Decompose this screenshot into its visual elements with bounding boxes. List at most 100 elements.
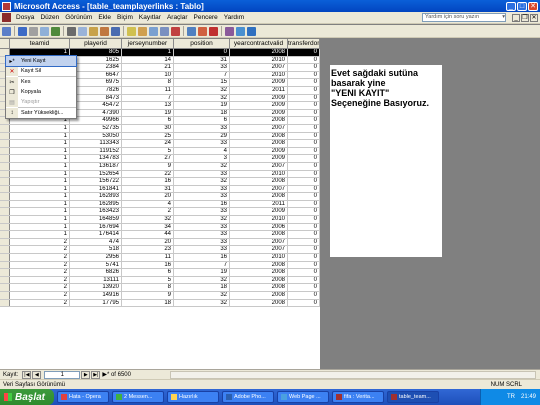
table-cell[interactable]: 2008 <box>230 140 288 147</box>
table-cell[interactable]: 0 <box>288 49 320 56</box>
table-cell[interactable]: 1 <box>10 231 70 238</box>
table-cell[interactable]: 2 <box>10 284 70 291</box>
sort-descending-icon[interactable] <box>138 26 147 36</box>
find-icon[interactable] <box>187 26 196 36</box>
table-cell[interactable]: 2007 <box>230 64 288 71</box>
column-header[interactable]: playerid <box>70 39 122 48</box>
table-cell[interactable]: 0 <box>288 109 320 117</box>
table-cell[interactable]: 1 <box>10 162 70 170</box>
row-selector[interactable] <box>0 155 10 162</box>
table-cell[interactable]: 25 <box>122 132 174 140</box>
table-cell[interactable]: 0 <box>288 238 320 246</box>
menu-gorunum[interactable]: Görünüm <box>62 14 95 21</box>
table-cell[interactable]: 0 <box>288 71 320 79</box>
spelling-icon[interactable] <box>51 26 60 36</box>
table-cell[interactable]: 2008 <box>230 132 288 140</box>
table-cell[interactable]: 474 <box>70 238 122 246</box>
filter-by-form-icon[interactable] <box>160 26 169 36</box>
table-cell[interactable]: 0 <box>288 117 320 124</box>
table-cell[interactable]: 2008 <box>230 292 288 299</box>
table-cell[interactable]: 161841 <box>70 185 122 193</box>
table-cell[interactable]: 6975 <box>70 79 122 86</box>
table-icon[interactable] <box>2 13 11 22</box>
table-cell[interactable]: 0 <box>288 64 320 71</box>
close-button[interactable]: ✕ <box>528 1 538 11</box>
table-cell[interactable]: 6 <box>122 117 174 124</box>
ctx-row-height[interactable]: ↕ Satır Yüksekliği... <box>6 108 76 118</box>
table-cell[interactable]: 24 <box>122 140 174 147</box>
row-selector[interactable] <box>0 132 10 140</box>
first-record-button[interactable]: |◀ <box>22 370 32 379</box>
table-cell[interactable]: 0 <box>288 140 320 147</box>
table-cell[interactable]: 32 <box>174 162 230 170</box>
table-cell[interactable]: 805 <box>70 49 122 56</box>
table-cell[interactable]: 14916 <box>70 292 122 299</box>
table-cell[interactable]: 2007 <box>230 185 288 193</box>
table-row[interactable]: 1 163423 2 33 2009 0 <box>0 208 320 217</box>
column-header[interactable]: transferdone <box>288 39 320 48</box>
table-cell[interactable]: 33 <box>174 246 230 254</box>
row-selector[interactable] <box>0 231 10 238</box>
table-cell[interactable]: 52735 <box>70 124 122 132</box>
table-cell[interactable]: 0 <box>288 200 320 208</box>
menu-duzen[interactable]: Düzen <box>37 14 62 21</box>
table-cell[interactable]: 7 <box>174 261 230 269</box>
table-cell[interactable]: 2010 <box>230 170 288 178</box>
table-row[interactable]: 2 13920 8 18 2008 0 <box>0 284 320 292</box>
table-cell[interactable]: 33 <box>174 208 230 216</box>
table-cell[interactable]: 19 <box>174 269 230 276</box>
column-header[interactable]: teamid <box>10 39 70 48</box>
table-cell[interactable]: 17795 <box>70 299 122 307</box>
table-cell[interactable]: 9 <box>122 162 174 170</box>
table-row[interactable]: 1 53050 25 29 2008 0 <box>0 132 320 141</box>
table-cell[interactable]: 1 <box>10 193 70 200</box>
table-row[interactable]: 1 161841 31 33 2007 0 <box>0 185 320 194</box>
taskbar-task[interactable]: Hazırlık <box>167 391 219 403</box>
filter-by-selection-icon[interactable] <box>149 26 158 36</box>
table-cell[interactable]: 0 <box>288 254 320 261</box>
table-cell[interactable]: 31 <box>122 185 174 193</box>
table-row[interactable]: 1 156722 16 32 2008 0 <box>0 178 320 186</box>
row-selector[interactable] <box>0 299 10 307</box>
table-cell[interactable]: 45472 <box>70 102 122 109</box>
table-row[interactable]: 1 134783 27 3 2009 0 <box>0 155 320 163</box>
table-cell[interactable]: 2956 <box>70 254 122 261</box>
table-cell[interactable]: 13111 <box>70 276 122 284</box>
table-cell[interactable]: 2007 <box>230 238 288 246</box>
table-cell[interactable]: 1 <box>10 155 70 162</box>
table-cell[interactable]: 1 <box>10 223 70 231</box>
table-cell[interactable]: 2010 <box>230 216 288 223</box>
table-cell[interactable]: 16 <box>174 200 230 208</box>
table-cell[interactable]: 33 <box>174 238 230 246</box>
table-cell[interactable]: 6 <box>174 117 230 124</box>
table-cell[interactable]: 6826 <box>70 269 122 276</box>
table-cell[interactable]: 2384 <box>70 64 122 71</box>
table-cell[interactable]: 0 <box>288 216 320 223</box>
table-cell[interactable]: 5741 <box>70 261 122 269</box>
table-cell[interactable]: 16 <box>122 178 174 185</box>
new-object-icon[interactable] <box>236 26 245 36</box>
table-cell[interactable]: 0 <box>288 261 320 269</box>
table-cell[interactable]: 8 <box>122 284 174 291</box>
table-cell[interactable]: 13920 <box>70 284 122 291</box>
table-cell[interactable]: 0 <box>288 292 320 299</box>
row-selector[interactable] <box>0 193 10 200</box>
table-cell[interactable]: 32 <box>122 216 174 223</box>
table-cell[interactable]: 2008 <box>230 49 288 56</box>
table-cell[interactable]: 0 <box>288 269 320 276</box>
table-cell[interactable]: 6647 <box>70 71 122 79</box>
table-cell[interactable]: 2009 <box>230 155 288 162</box>
menu-pencere[interactable]: Pencere <box>191 14 221 21</box>
table-cell[interactable]: 33 <box>174 64 230 71</box>
row-selector[interactable] <box>0 124 10 132</box>
table-cell[interactable]: 2010 <box>230 254 288 261</box>
table-cell[interactable]: 2 <box>10 269 70 276</box>
table-cell[interactable]: 2008 <box>230 269 288 276</box>
ctx-new-record[interactable]: ▸* Yeni Kayıt <box>5 55 77 67</box>
menu-araclar[interactable]: Araçlar <box>164 14 191 21</box>
table-cell[interactable]: 163423 <box>70 208 122 216</box>
table-cell[interactable]: 176414 <box>70 231 122 238</box>
table-cell[interactable]: 32 <box>174 94 230 102</box>
table-cell[interactable]: 3 <box>174 155 230 162</box>
table-cell[interactable]: 18 <box>174 284 230 291</box>
